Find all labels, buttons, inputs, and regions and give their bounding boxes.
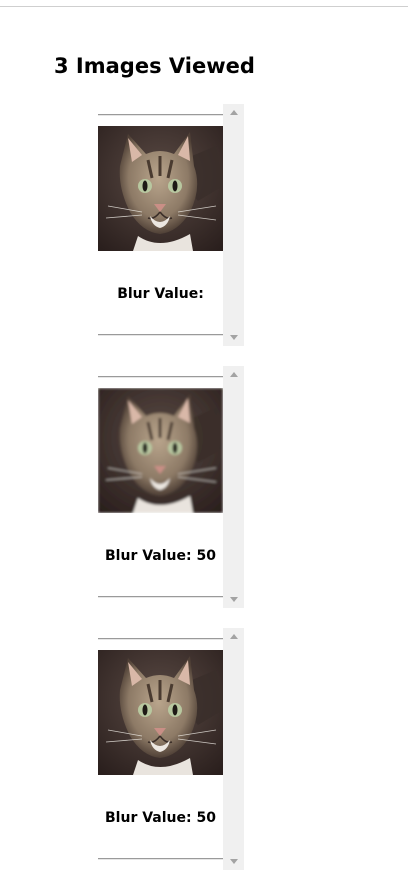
cat-image (98, 126, 223, 251)
image-viewer-card[interactable]: Blur Value: 50 (98, 366, 244, 608)
scroll-down-arrow-icon (229, 335, 238, 340)
divider-top (98, 638, 223, 640)
scroll-up-arrow-icon (229, 372, 238, 377)
blur-value-label: Blur Value: 50 (105, 548, 216, 564)
scroll-down-button[interactable] (223, 329, 244, 346)
divider-bottom (98, 596, 223, 598)
card-scroll-content[interactable]: Blur Value: 50 (98, 366, 223, 608)
vertical-scrollbar[interactable] (223, 628, 244, 870)
scroll-down-button[interactable] (223, 591, 244, 608)
image-viewer-card[interactable]: Blur Value: 50 (98, 628, 244, 870)
scroll-down-arrow-icon (229, 597, 238, 602)
divider-bottom (98, 334, 223, 336)
divider-bottom (98, 858, 223, 860)
vertical-scrollbar[interactable] (223, 104, 244, 346)
scroll-down-button[interactable] (223, 853, 244, 870)
scroll-up-button[interactable] (223, 104, 244, 121)
cat-image (98, 650, 223, 775)
page-title: 3 Images Viewed (54, 54, 255, 78)
blur-value-label: Blur Value: 50 (105, 810, 216, 826)
scroll-up-button[interactable] (223, 628, 244, 645)
card-scroll-content[interactable]: Blur Value: 50 (98, 628, 223, 870)
blur-value-label: Blur Value: (117, 286, 204, 302)
scroll-up-arrow-icon (229, 110, 238, 115)
scroll-down-arrow-icon (229, 859, 238, 864)
image-viewer-card[interactable]: Blur Value: (98, 104, 244, 346)
card-scroll-content[interactable]: Blur Value: (98, 104, 223, 346)
divider-top (98, 376, 223, 378)
scroll-up-button[interactable] (223, 366, 244, 383)
top-divider (0, 6, 408, 7)
vertical-scrollbar[interactable] (223, 366, 244, 608)
cat-image (98, 388, 223, 513)
divider-top (98, 114, 223, 116)
scroll-up-arrow-icon (229, 634, 238, 639)
